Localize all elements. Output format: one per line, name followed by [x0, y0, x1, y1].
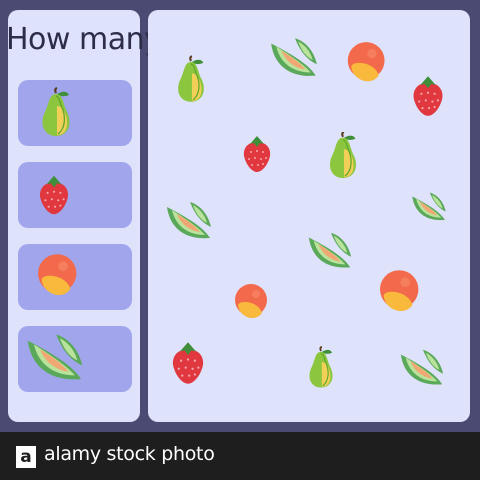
strawberry-icon[interactable] [170, 340, 206, 386]
peach-icon [32, 248, 80, 306]
answer-slot-melon[interactable] [18, 326, 132, 392]
melon-slice-icon[interactable] [268, 30, 320, 86]
melon-slice-icon[interactable] [164, 198, 214, 244]
melon-slice-icon [24, 328, 86, 388]
alamy-logo: a [16, 446, 36, 468]
watermark-text: alamy stock photo [44, 443, 215, 465]
peach-icon[interactable] [230, 272, 270, 334]
pear-icon[interactable] [172, 52, 210, 108]
strawberry-icon[interactable] [242, 126, 272, 182]
answer-slot-strawberry[interactable] [18, 162, 132, 228]
peach-icon[interactable] [374, 266, 422, 320]
melon-slice-icon[interactable] [410, 176, 448, 238]
question-title: How many [6, 22, 162, 57]
strawberry-icon [38, 166, 70, 224]
answer-slot-pear[interactable] [18, 80, 132, 146]
strawberry-icon[interactable] [410, 74, 446, 118]
peach-icon[interactable] [342, 36, 388, 92]
melon-slice-icon[interactable] [398, 340, 446, 396]
melon-slice-icon[interactable] [306, 226, 354, 276]
pear-icon[interactable] [304, 340, 338, 396]
answer-slot-peach[interactable] [18, 244, 132, 310]
pear-icon[interactable] [322, 132, 364, 180]
pear-icon [36, 84, 76, 142]
